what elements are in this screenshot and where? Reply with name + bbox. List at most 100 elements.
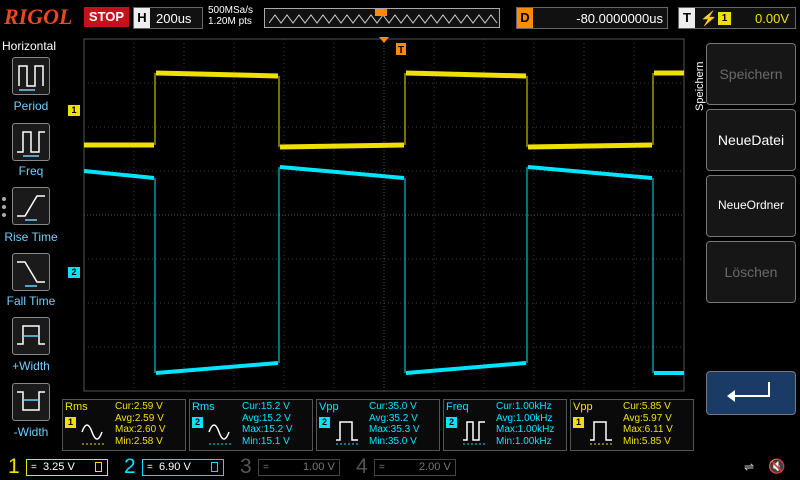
channel-number: 4 <box>356 455 368 478</box>
rise-time-button[interactable] <box>12 187 50 225</box>
measurement-channel-badge: 2 <box>319 417 330 428</box>
delete-softkey-label: Löschen <box>724 264 778 280</box>
channel-status-bar: 1 = 3.25 V 2 = 6.90 V 3 = 1.00 V 4 = 2.00 V ⇌ 🔇 <box>0 454 800 480</box>
fall-time-button[interactable] <box>12 253 50 291</box>
measurement-minimum: Min:2.58 V <box>115 435 163 447</box>
memory-overview-waveform <box>268 9 498 24</box>
measurement-values: Cur:35.0 V Avg:35.2 V Max:35.3 V Min:35.0 V <box>369 401 420 447</box>
measurement-maximum: Max:6.11 V <box>623 424 673 435</box>
measure-menu: Horizontal Period Freq Rise Time Fall Ti… <box>0 37 62 452</box>
measurement-minimum: Min:35.0 V <box>369 435 417 447</box>
fall-time-icon <box>17 261 45 287</box>
measurement-results: Rms 1 Cur:2.59 V Avg:2.59 V Max:2.60 V Min:2.… <box>62 399 694 451</box>
ch2-ground-marker[interactable]: 2 <box>68 267 80 278</box>
channel-scale: 2.00 V <box>419 461 451 473</box>
measurement-minimum: Min:5.85 V <box>623 435 671 447</box>
measurement-values: Cur:1.00kHz Avg:1.00kHz Max:1.00kHz Min:1.0… <box>496 401 554 447</box>
measurement-box[interactable]: Freq 2 Cur:1.00kHz Avg:1.00kHz Max:1.00kHz Mi… <box>443 399 567 451</box>
channel-scale-box: = 1.00 V <box>258 459 340 476</box>
storage-softkey-menu: Speichern Speichern NeueDatei NeueOrdner… <box>694 37 800 452</box>
channel-scale: 6.90 V <box>159 461 191 473</box>
trigger-setting[interactable]: T ⚡ 1 0.00V <box>678 7 796 29</box>
channel-4-tab[interactable]: 4 = 2.00 V <box>350 454 464 480</box>
channel-scale-box: = 3.25 V <box>26 459 108 476</box>
measurement-maximum: Max:2.60 V <box>115 424 166 435</box>
run-stop-status[interactable]: STOP <box>84 7 129 27</box>
channel-3-tab[interactable]: 3 = 1.00 V <box>234 454 348 480</box>
measurement-name: Freq <box>446 401 469 413</box>
return-button[interactable] <box>706 371 796 415</box>
trigger-label: T <box>679 8 695 28</box>
freq-button[interactable] <box>12 123 50 161</box>
channel-number: 1 <box>8 455 20 478</box>
freq-icon <box>17 131 45 157</box>
save-softkey-label: Speichern <box>719 66 783 82</box>
new-file-softkey-label: NeueDatei <box>717 132 785 148</box>
measurement-channel-badge: 2 <box>446 417 457 428</box>
sample-rate: 500MSa/s <box>208 5 254 16</box>
negative-width-label: -Width <box>13 425 49 439</box>
measurement-values: Cur:15.2 V Avg:15.2 V Max:15.2 V Min:15.1 V <box>242 401 293 447</box>
positive-width-icon <box>17 325 45 345</box>
measurement-maximum: Max:1.00kHz <box>496 424 555 435</box>
measurement-current: Cur:2.59 V <box>115 401 163 412</box>
waveform-display[interactable]: T 1 2 <box>62 37 700 397</box>
measurement-current: Cur:5.85 V <box>623 401 671 412</box>
new-folder-softkey-label: NeueOrdner <box>717 198 785 212</box>
channel-1-tab[interactable]: 1 = 3.25 V <box>2 454 116 480</box>
horizontal-label: H <box>134 8 150 28</box>
ch1-ground-marker[interactable]: 1 <box>68 105 80 116</box>
positive-width-label: +Width <box>12 359 50 373</box>
brand-logo: RIGOL <box>4 4 73 29</box>
channel-2-tab[interactable]: 2 = 6.90 V <box>118 454 232 480</box>
measurement-name: Rms <box>192 401 215 413</box>
delay-setting[interactable]: D -80.0000000us <box>516 7 668 29</box>
channel-number: 3 <box>240 455 252 478</box>
channel-scale: 3.25 V <box>43 461 75 473</box>
save-softkey[interactable]: Speichern <box>706 43 796 105</box>
top-status-bar: RIGOL STOP H 200us 500MSa/s 1.20M pts D … <box>0 0 800 36</box>
new-file-softkey[interactable]: NeueDatei <box>706 109 796 171</box>
channel-scale-box: = 6.90 V <box>142 459 224 476</box>
waveform-canvas: T <box>83 37 685 392</box>
delay-value: -80.0000000us <box>576 11 663 26</box>
trigger-time-marker: T <box>396 43 406 56</box>
measurement-average: Avg:1.00kHz <box>496 412 553 424</box>
positive-width-button[interactable] <box>12 317 50 355</box>
measurement-box[interactable]: Vpp 2 Cur:35.0 V Avg:35.2 V Max:35.3 V Min:35… <box>316 399 440 451</box>
measurement-maximum: Max:15.2 V <box>242 424 293 435</box>
rms-icon <box>81 424 104 445</box>
measurement-minimum: Min:15.1 V <box>242 435 290 447</box>
measurement-values: Cur:2.59 V Avg:2.59 V Max:2.60 V Min:2.58 V <box>115 401 166 447</box>
new-folder-softkey[interactable]: NeueOrdner <box>706 175 796 237</box>
usb-icon: ⇌ <box>744 460 755 474</box>
memory-overview-bar[interactable] <box>264 8 500 28</box>
measurement-name: Vpp <box>573 401 593 413</box>
horizontal-timebase[interactable]: H 200us <box>133 7 203 29</box>
period-button[interactable] <box>12 57 50 95</box>
freq-label: Freq <box>18 164 44 178</box>
bandwidth-limit-icon <box>95 462 102 472</box>
vpp-icon <box>590 421 612 445</box>
measurement-channel-badge: 1 <box>65 417 76 428</box>
measurement-channel-badge: 2 <box>192 417 203 428</box>
memory-depth: 1.20M pts <box>208 16 252 27</box>
measurement-name: Rms <box>65 401 88 413</box>
trigger-level: 0.00V <box>755 11 789 26</box>
measurement-box[interactable]: Rms 2 Cur:15.2 V Avg:15.2 V Max:15.2 V Min:15… <box>189 399 313 451</box>
dc-coupling-icon: = <box>31 462 37 473</box>
delete-softkey[interactable]: Löschen <box>706 241 796 303</box>
acquisition-info: 500MSa/s 1.20M pts <box>208 5 253 27</box>
rms-icon <box>208 424 231 445</box>
measurement-box[interactable]: Vpp 1 Cur:5.85 V Avg:5.97 V Max:6.11 V Min:5.… <box>570 399 694 451</box>
measurement-box[interactable]: Rms 1 Cur:2.59 V Avg:2.59 V Max:2.60 V Min:2.… <box>62 399 186 451</box>
measurement-current: Cur:1.00kHz <box>496 401 552 412</box>
delay-label: D <box>517 8 533 28</box>
timebase-value: 200us <box>156 11 192 26</box>
negative-width-button[interactable] <box>12 383 50 421</box>
svg-text:T: T <box>398 45 404 56</box>
scroll-indicator <box>2 197 8 221</box>
speaker-mute-icon[interactable]: 🔇 <box>768 458 785 475</box>
measurement-values: Cur:5.85 V Avg:5.97 V Max:6.11 V Min:5.85 V <box>623 401 673 447</box>
channel-scale-box: = 2.00 V <box>374 459 456 476</box>
